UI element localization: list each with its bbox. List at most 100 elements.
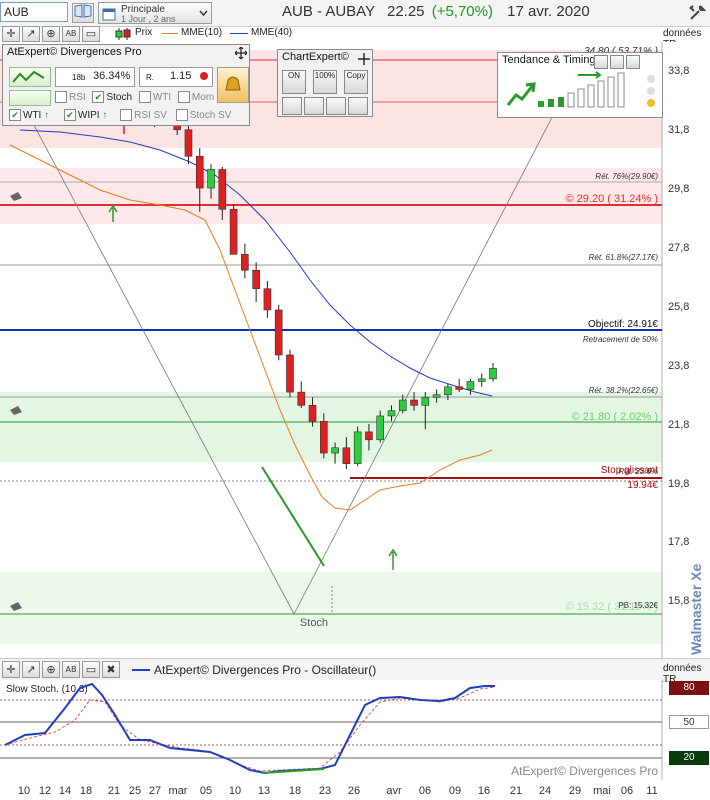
frame-tool-icon[interactable]: ▭ <box>82 26 100 42</box>
candle-up <box>353 431 362 464</box>
percent-button[interactable]: 100% <box>313 70 337 94</box>
refresh-icon[interactable] <box>326 97 346 115</box>
on-button[interactable]: ON <box>282 70 306 94</box>
date-tick-label: 06 <box>621 785 633 797</box>
candle-down <box>241 254 249 271</box>
rsi-checkbox[interactable]: RSI <box>55 91 86 103</box>
candle-up <box>477 378 486 382</box>
copy-button[interactable]: Copy <box>344 70 368 94</box>
date-tick-label: 10 <box>18 785 30 797</box>
info-icon[interactable] <box>348 97 368 115</box>
ratio-value: 1.15 <box>170 70 192 82</box>
legend-mme10[interactable]: MME(10) <box>181 27 222 38</box>
date-tick-label: 26 <box>348 785 360 797</box>
layout-icon[interactable] <box>626 55 640 69</box>
date-tick-label: avr <box>386 785 402 797</box>
date-tick-label: 21 <box>108 785 120 797</box>
zoom-tool-icon[interactable]: ⊕ <box>42 26 60 42</box>
wti-trend-checkbox[interactable]: ✔ WTI ↑ <box>9 109 49 121</box>
date-tick-label: 16 <box>478 785 490 797</box>
date-tick-label: 14 <box>59 785 71 797</box>
tools-icon[interactable] <box>688 4 706 22</box>
pb-label: PB: 15.32€ <box>618 601 658 610</box>
frame-tool-icon[interactable]: ▭ <box>82 661 100 678</box>
chart-toolbar: ✛ ↗ ⊕ AB ▭ Prix MME(10) MME(40) <box>0 26 662 42</box>
abc-tool-icon[interactable]: AB <box>62 26 80 42</box>
price-tick-label: 29,8 <box>668 183 689 195</box>
crosshair-tool-icon[interactable]: ✛ <box>2 26 20 42</box>
candle-up <box>376 415 385 441</box>
candle-up <box>331 447 339 454</box>
close-icon[interactable]: ✖ <box>102 661 120 678</box>
candle-down <box>342 447 351 464</box>
move-icon[interactable] <box>235 47 247 59</box>
price-tick-label: 15,8 <box>668 595 689 607</box>
candle-down <box>308 405 317 422</box>
candle-down <box>455 386 463 390</box>
period-subtitle: 1 Jour , 2 ans <box>121 14 176 24</box>
candle-up <box>489 367 497 380</box>
ratio-box: R. 1.15 <box>139 67 213 87</box>
ret76-label: Rét. 76%(29.90€) <box>595 172 658 181</box>
wrench-icon[interactable] <box>282 97 302 115</box>
mme10-swatch <box>162 33 178 34</box>
quote-date: 17 avr. 2020 <box>507 3 590 20</box>
date-tick-label: 11 <box>646 785 657 797</box>
candle-down <box>252 269 260 290</box>
candle-up <box>466 381 475 390</box>
alert-chart-icon[interactable] <box>9 90 51 106</box>
legend-mme40[interactable]: MME(40) <box>251 27 292 38</box>
pencil-icon[interactable] <box>304 97 324 115</box>
candle-down <box>274 309 283 356</box>
crosshair-tool-icon[interactable]: ✛ <box>2 661 20 678</box>
rsi-sv-checkbox[interactable]: RSI SV <box>120 109 167 121</box>
move-icon[interactable] <box>594 55 608 69</box>
chevron-down-icon <box>199 10 208 17</box>
mom-checkbox[interactable]: Mom <box>177 91 214 103</box>
price-tick-label: 17,8 <box>668 536 689 548</box>
draw-tool-icon[interactable]: ↗ <box>22 26 40 42</box>
percent-box: 18b 36.34% <box>55 67 135 87</box>
price-tick-label: 21,8 <box>668 419 689 431</box>
date-tick-label: 09 <box>449 785 461 797</box>
signal-gauge-icon[interactable] <box>9 67 51 87</box>
stoch-tag: Stoch <box>300 617 328 629</box>
support-band <box>0 392 662 462</box>
candle-icon[interactable] <box>114 27 132 41</box>
wti-checkbox[interactable]: WTI <box>138 91 171 103</box>
draw-tool-icon[interactable]: ↗ <box>22 661 40 678</box>
date-tick-label: mar <box>169 785 188 797</box>
bell-icon[interactable] <box>217 67 249 103</box>
price-tick-label: 19,8 <box>668 478 689 490</box>
traffic-light-icon <box>647 75 655 107</box>
level-50-box: 50 <box>669 715 709 729</box>
legend-prix[interactable]: Prix <box>135 27 152 38</box>
status-dot <box>200 72 208 80</box>
stoch-sv-checkbox[interactable]: Stoch SV <box>175 109 231 121</box>
price-chart[interactable]: 33,8 31,8 29,8 27,8 25,8 23,8 21,8 19,8 17,8 15,8… <box>0 42 710 658</box>
date-tick-label: 29 <box>569 785 581 797</box>
wipi-checkbox[interactable]: ✔ WIPI ↑ <box>63 109 107 121</box>
date-tick-label: 21 <box>510 785 522 797</box>
price-tick-label: 31,8 <box>668 124 689 136</box>
percent-value: 36.34% <box>93 70 131 82</box>
stoch-checkbox[interactable]: ✔ Stoch <box>92 91 132 103</box>
symbol-input[interactable]: AUB <box>0 2 68 22</box>
resistance-band <box>0 168 662 224</box>
move-icon[interactable] <box>358 53 370 65</box>
book-icon[interactable] <box>72 3 94 23</box>
retracement-label: Retracement de 50% <box>583 335 658 344</box>
settings-icon[interactable] <box>610 55 624 69</box>
candle-down <box>263 288 272 311</box>
candle-up <box>398 399 407 411</box>
trend-up-icon <box>506 82 536 106</box>
candle-down <box>297 391 306 406</box>
period-selector[interactable]: Principale 1 Jour , 2 ans <box>98 2 212 24</box>
oscillator-chart[interactable]: Slow Stoch. (10,3) AtExpert© Divergences… <box>0 680 710 780</box>
mme40-swatch <box>230 33 248 34</box>
oscillator-header: ✛ ↗ ⊕ AB ▭ ✖ AtExpert© Divergences Pro -… <box>0 658 710 685</box>
zoom-tool-icon[interactable]: ⊕ <box>42 661 60 678</box>
candle-down <box>410 399 418 406</box>
price-tick-label: 27,8 <box>668 242 689 254</box>
abc-tool-icon[interactable]: AB <box>62 661 80 678</box>
